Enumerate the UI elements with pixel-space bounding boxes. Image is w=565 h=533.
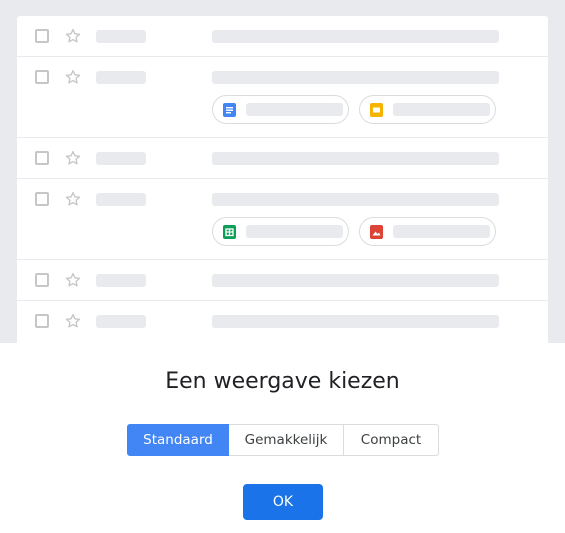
mail-list-preview: [17, 16, 548, 343]
star-icon: [65, 191, 81, 206]
density-option-standaard[interactable]: Standaard: [127, 424, 229, 456]
sender-placeholder: [96, 315, 146, 328]
attachment-chip: [359, 95, 496, 124]
list-item: [17, 179, 548, 260]
subject-placeholder: [212, 30, 499, 43]
slides-icon: [370, 103, 383, 117]
star-icon: [65, 150, 81, 165]
checkbox-icon: [35, 192, 49, 206]
star-icon: [65, 313, 81, 328]
docs-icon: [223, 103, 236, 117]
attachment-name-placeholder: [246, 103, 343, 116]
attachment-chip: [359, 217, 496, 246]
attachment-chip: [212, 95, 349, 124]
attachment-name-placeholder: [246, 225, 343, 238]
density-option-gemakkelijk[interactable]: Gemakkelijk: [229, 424, 344, 456]
list-item: [17, 57, 548, 138]
subject-placeholder: [212, 315, 499, 328]
subject-placeholder: [212, 71, 499, 84]
sender-placeholder: [96, 274, 146, 287]
checkbox-icon: [35, 273, 49, 287]
star-icon: [65, 69, 81, 84]
subject-placeholder: [212, 152, 499, 165]
sender-placeholder: [96, 30, 146, 43]
attachment-name-placeholder: [393, 103, 490, 116]
list-item: [17, 260, 548, 301]
ok-button[interactable]: OK: [243, 484, 323, 520]
subject-placeholder: [212, 274, 499, 287]
density-selector: Standaard Gemakkelijk Compact: [127, 424, 439, 456]
list-item: [17, 16, 548, 57]
subject-placeholder: [212, 193, 499, 206]
list-item: [17, 301, 548, 342]
dialog-title: Een weergave kiezen: [165, 369, 400, 394]
image-icon: [370, 225, 383, 239]
checkbox-icon: [35, 70, 49, 84]
attachment-name-placeholder: [393, 225, 490, 238]
sheets-icon: [223, 225, 236, 239]
density-preview: [0, 0, 565, 343]
sender-placeholder: [96, 71, 146, 84]
list-item: [17, 138, 548, 179]
attachment-chip: [212, 217, 349, 246]
star-icon: [65, 272, 81, 287]
sender-placeholder: [96, 152, 146, 165]
checkbox-icon: [35, 314, 49, 328]
density-option-compact[interactable]: Compact: [344, 424, 439, 456]
star-icon: [65, 28, 81, 43]
checkbox-icon: [35, 29, 49, 43]
sender-placeholder: [96, 193, 146, 206]
checkbox-icon: [35, 151, 49, 165]
